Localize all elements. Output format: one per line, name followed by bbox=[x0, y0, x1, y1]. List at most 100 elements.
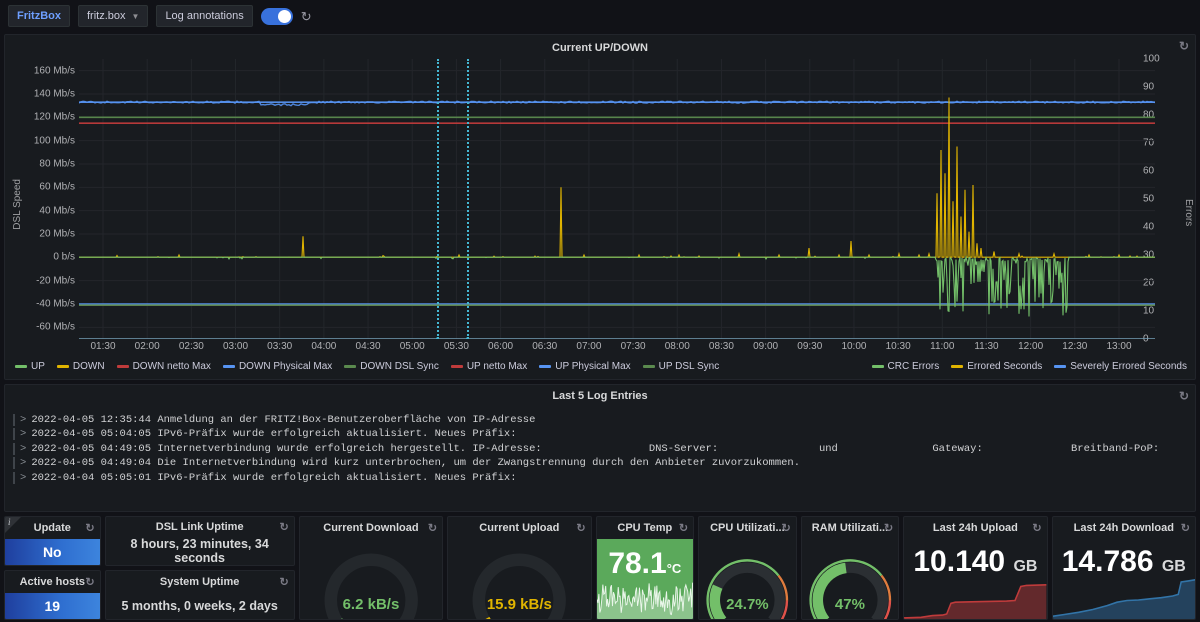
stat-update[interactable]: i Update ↻ No bbox=[4, 516, 101, 566]
dashboard-brand-button[interactable]: FritzBox bbox=[8, 5, 70, 27]
refresh-icon[interactable]: ↻ bbox=[85, 576, 94, 589]
y-tick-label: 80 Mb/s bbox=[39, 158, 75, 170]
chart-plot-area[interactable] bbox=[79, 59, 1155, 339]
stats-column-1: i Update ↻ No Active hosts ↻ 19 bbox=[4, 516, 101, 620]
refresh-icon[interactable]: ↻ bbox=[884, 522, 893, 535]
stat-dsl-link-uptime[interactable]: DSL Link Uptime ↻ 8 hours, 23 minutes, 3… bbox=[104, 516, 295, 566]
refresh-icon[interactable]: ↻ bbox=[679, 522, 688, 535]
legend-item[interactable]: UP bbox=[15, 361, 45, 372]
stat-value: 10.140 GB bbox=[904, 545, 1046, 579]
stat-current-download[interactable]: Current Download ↻ 6.2 kB/s bbox=[298, 516, 444, 620]
stat-title: CPU Utilizati... ↻ bbox=[699, 517, 796, 539]
log-level-bar bbox=[13, 428, 15, 441]
legend-group-left: UP DOWN DOWN netto Max DOWN Physical Max DOW… bbox=[15, 361, 719, 372]
refresh-icon[interactable]: ↻ bbox=[85, 522, 94, 535]
chart-annotation-line[interactable] bbox=[467, 59, 469, 339]
legend-item[interactable]: DOWN bbox=[56, 361, 105, 372]
stat-last-24h-download[interactable]: Last 24h Download ↻ 14.786 GB bbox=[1051, 516, 1196, 620]
legend-item[interactable]: DOWN DSL Sync bbox=[344, 361, 439, 372]
legend-item[interactable]: UP netto Max bbox=[450, 361, 527, 372]
gauge: 24.7% bbox=[699, 539, 796, 619]
legend-item[interactable]: CRC Errors bbox=[871, 361, 939, 372]
log-entry-row[interactable]: >2022-04-05 04:49:04 Die Internetverbind… bbox=[13, 456, 1187, 470]
x-tick-label: 04:30 bbox=[355, 341, 381, 352]
stat-ram-utilization[interactable]: RAM Utilizati... ↻ 47% bbox=[800, 516, 900, 620]
log-annotations-toggle[interactable] bbox=[260, 7, 293, 25]
refresh-icon[interactable]: ↻ bbox=[428, 522, 437, 535]
stat-title: CPU Temp ↻ bbox=[597, 517, 694, 539]
x-tick-label: 03:30 bbox=[267, 341, 293, 352]
refresh-icon[interactable]: ↻ bbox=[576, 522, 585, 535]
chart-annotation-marker[interactable] bbox=[463, 337, 471, 339]
refresh-icon[interactable]: ↻ bbox=[280, 521, 289, 534]
x-tick-label: 11:30 bbox=[974, 341, 999, 352]
x-tick-label: 05:00 bbox=[399, 341, 425, 352]
stat-title-text: Last 24h Download bbox=[1073, 522, 1174, 534]
stat-cpu-temp[interactable]: CPU Temp ↻ 78.1°C bbox=[595, 516, 695, 620]
refresh-icon[interactable]: ↻ bbox=[1181, 522, 1190, 535]
x-tick-label: 12:30 bbox=[1062, 341, 1088, 352]
y-tick-label: -20 Mb/s bbox=[36, 275, 75, 287]
legend-item[interactable]: Errored Seconds bbox=[951, 361, 1042, 372]
log-entry-row[interactable]: >2022-04-05 04:49:05 Internetverbindung … bbox=[13, 442, 1187, 456]
legend-item[interactable]: UP DSL Sync bbox=[642, 361, 719, 372]
log-entry-row[interactable]: >2022-04-05 05:04:05 IPv6-Präfix wurde e… bbox=[13, 427, 1187, 441]
legend-item[interactable]: DOWN Physical Max bbox=[222, 361, 332, 372]
log-level-bar bbox=[13, 457, 15, 470]
stat-cpu-utilization[interactable]: CPU Utilizati... ↻ 24.7% bbox=[698, 516, 797, 620]
y-tick-label: 160 Mb/s bbox=[33, 65, 75, 77]
panel-title-text: Current UP/DOWN bbox=[552, 42, 648, 54]
stat-current-upload[interactable]: Current Upload ↻ 15.9 kB/s bbox=[447, 516, 592, 620]
stat-title: DSL Link Uptime ↻ bbox=[106, 517, 294, 537]
refresh-icon[interactable]: ↻ bbox=[1179, 39, 1189, 53]
stat-last-24h-upload[interactable]: Last 24h Upload ↻ 10.140 GB bbox=[903, 516, 1048, 620]
legend-item[interactable]: Severely Errored Seconds bbox=[1054, 361, 1187, 372]
chart-annotation-line[interactable] bbox=[437, 59, 439, 339]
x-tick-label: 06:00 bbox=[488, 341, 514, 352]
y-tick-label: -40 Mb/s bbox=[36, 298, 75, 310]
chart-annotation-marker[interactable] bbox=[433, 337, 441, 339]
stat-title-text: Active hosts bbox=[19, 576, 85, 588]
expand-caret-icon[interactable]: > bbox=[20, 471, 26, 485]
stat-value: 78.1°C bbox=[597, 547, 694, 581]
info-icon[interactable]: i bbox=[8, 517, 11, 527]
refresh-icon[interactable]: ↻ bbox=[1032, 522, 1041, 535]
gauge: 15.9 kB/s bbox=[448, 539, 590, 619]
stat-active-hosts[interactable]: Active hosts ↻ 19 bbox=[4, 570, 101, 620]
legend-group-right: CRC Errors Errored Seconds Severely Errore… bbox=[871, 361, 1187, 372]
log-entry-row[interactable]: >2022-04-05 12:35:44 Anmeldung an der FR… bbox=[13, 413, 1187, 427]
legend-color-swatch bbox=[56, 364, 69, 368]
stat-title-text: Update bbox=[33, 522, 71, 534]
stat-unit: GB bbox=[1013, 558, 1038, 575]
log-entry-text: 2022-04-05 04:49:05 Internetverbindung w… bbox=[31, 442, 1160, 455]
expand-caret-icon[interactable]: > bbox=[20, 456, 26, 470]
y-tick-label: 140 Mb/s bbox=[33, 88, 75, 100]
refresh-icon[interactable]: ↻ bbox=[781, 522, 790, 535]
chart-plot-wrapper: DSL Speed Errors 160 Mb/s 140 Mb/s 120 Mb/… bbox=[5, 54, 1197, 359]
gauge-value: 24.7% bbox=[726, 596, 769, 613]
stat-system-uptime[interactable]: System Uptime ↻ 5 months, 0 weeks, 2 day… bbox=[104, 570, 295, 620]
legend-label: UP bbox=[31, 360, 45, 372]
stat-title: Current Upload ↻ bbox=[448, 517, 590, 539]
log-entry-row[interactable]: >2022-04-04 05:05:01 IPv6-Präfix wurde e… bbox=[13, 471, 1187, 485]
log-annotations-label: Log annotations bbox=[165, 10, 244, 22]
stat-title-text: RAM Utilizati... bbox=[811, 522, 889, 534]
chevron-down-icon: ▼ bbox=[131, 11, 140, 21]
stat-title-text: Current Upload bbox=[479, 522, 560, 534]
expand-caret-icon[interactable]: > bbox=[20, 413, 26, 427]
expand-caret-icon[interactable]: > bbox=[20, 427, 26, 441]
legend-item[interactable]: DOWN netto Max bbox=[116, 361, 211, 372]
legend-item[interactable]: UP Physical Max bbox=[539, 361, 631, 372]
log-annotations-button[interactable]: Log annotations bbox=[156, 5, 253, 27]
legend-color-swatch bbox=[539, 364, 552, 368]
host-selector[interactable]: fritz.box ▼ bbox=[78, 5, 149, 27]
legend-color-swatch bbox=[951, 364, 964, 368]
expand-caret-icon[interactable]: > bbox=[20, 442, 26, 456]
log-entry-list: >2022-04-05 12:35:44 Anmeldung an der FR… bbox=[5, 407, 1195, 485]
refresh-icon[interactable]: ↻ bbox=[301, 10, 312, 23]
refresh-icon[interactable]: ↻ bbox=[280, 576, 289, 589]
x-tick-label: 02:00 bbox=[134, 341, 160, 352]
stat-title: Current Download ↻ bbox=[300, 517, 442, 539]
stat-title: RAM Utilizati... ↻ bbox=[802, 517, 899, 539]
refresh-icon[interactable]: ↻ bbox=[1179, 389, 1189, 403]
